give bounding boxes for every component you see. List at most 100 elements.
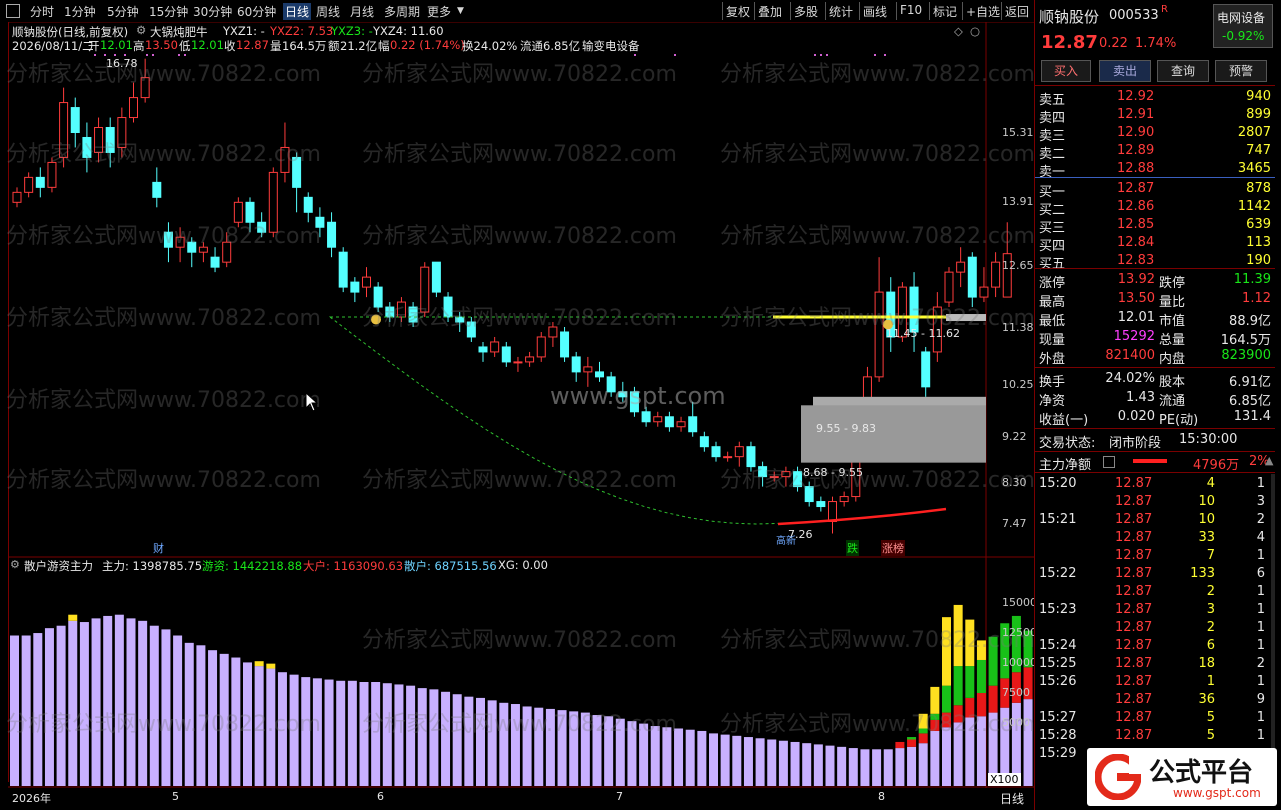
quote-date: 2026/08/11/二 <box>12 39 94 53</box>
sector-box[interactable]: 电网设备 -0.92% <box>1213 4 1273 48</box>
buy-level-row[interactable]: 买四 12.84 113 <box>1035 234 1275 254</box>
toolbar-button[interactable]: 画线 <box>863 3 887 20</box>
sanhu-bar <box>837 746 847 786</box>
tag-die[interactable]: 跌 <box>846 540 859 556</box>
window-menu-icon[interactable] <box>6 4 20 18</box>
period-tab[interactable]: 周线 <box>316 3 340 20</box>
sell-level-row[interactable]: 卖一 12.88 3465 <box>1035 160 1275 180</box>
level-price: 12.83 <box>1117 253 1155 268</box>
net-flow-menu-icon[interactable] <box>1103 456 1115 468</box>
logo-text: 公式平台 <box>1149 758 1254 788</box>
buy-button[interactable]: 买入 <box>1041 60 1091 82</box>
sub-indicator-name[interactable]: 散户游资主力 <box>24 558 93 574</box>
level-volume: 2807 <box>1237 125 1271 140</box>
sanhu-bar <box>767 739 777 786</box>
candle-body <box>327 221 337 248</box>
tick-row: 12.87 36 9 <box>1035 691 1275 709</box>
tick-time: 15:27 <box>1039 710 1077 725</box>
period-tab[interactable]: 15分钟 <box>149 3 188 20</box>
period-tab[interactable]: 多周期 <box>384 3 420 20</box>
close-chart-icon[interactable]: ○ <box>970 24 980 38</box>
capital-flow-indicator[interactable]: ⚙ 散户游资主力 主力: 1398785.75 游资: 1442218.88 大… <box>6 558 1037 788</box>
price-axis-label: 13.91 <box>1002 195 1034 208</box>
buy-level-row[interactable]: 买一 12.87 878 <box>1035 180 1275 200</box>
collapse-icon[interactable]: ◇ <box>954 24 963 38</box>
candle-body <box>490 341 500 353</box>
stat-row: 换手 24.02% 股本 6.91亿 <box>1035 370 1275 390</box>
sell-level-row[interactable]: 卖四 12.91 899 <box>1035 106 1275 126</box>
buy-level-row[interactable]: 买二 12.86 1142 <box>1035 198 1275 218</box>
stat-value: 821400 <box>1105 348 1155 363</box>
stat-value: 6.91亿 <box>1229 375 1271 390</box>
tick-count: 6 <box>1256 566 1265 581</box>
query-button[interactable]: 查询 <box>1157 60 1209 82</box>
sub-settings-icon[interactable]: ⚙ <box>10 558 20 571</box>
sanhu-bar <box>883 749 893 786</box>
candle-body <box>944 271 954 303</box>
time-axis-label: 2026年 <box>12 792 51 805</box>
time-axis-label: 5 <box>172 790 179 803</box>
tick-volume: 1 <box>1206 674 1215 689</box>
sanhu-bar <box>347 680 357 786</box>
open-value: 12.01 <box>100 38 133 52</box>
buy-level-row[interactable]: 买三 12.85 639 <box>1035 216 1275 236</box>
tick-scrollbar[interactable] <box>1271 474 1275 784</box>
sanhu-bar <box>685 729 695 786</box>
stat-label: 最高 <box>1039 295 1066 310</box>
tag-cai[interactable]: 财 <box>153 540 164 556</box>
kline-chart[interactable]: 顺钠股份(日线,前复权) ⚙ 大锅炖肥牛 YXZ1: - YXZ2: 7.53 … <box>6 22 1035 558</box>
change-value: 0.22 (1.74%) <box>390 38 465 52</box>
price-axis-label: 9.22 <box>1002 430 1027 443</box>
sell-button[interactable]: 卖出 <box>1099 60 1151 82</box>
toolbar-button[interactable]: F10 <box>900 3 922 17</box>
watermark: 分析家公式网www.70822.com <box>362 306 677 331</box>
tag-zhangbang[interactable]: 涨榜 <box>881 540 905 556</box>
sell-level-row[interactable]: 卖五 12.92 940 <box>1035 88 1275 108</box>
stat-value: 1.43 <box>1126 390 1155 405</box>
stat-value: 1.12 <box>1242 291 1271 306</box>
sanhu-bar <box>813 744 823 786</box>
tick-volume: 33 <box>1198 530 1215 545</box>
period-tab[interactable]: 日线 <box>283 3 312 20</box>
toolbar-button[interactable]: 复权 <box>726 3 750 20</box>
period-tab[interactable]: 60分钟 <box>237 3 276 20</box>
period-tab[interactable]: 5分钟 <box>107 3 139 20</box>
tick-price: 12.87 <box>1115 620 1153 635</box>
more-dropdown-icon[interactable]: ▼ <box>457 6 464 16</box>
tag-gaoxin[interactable]: 高新 <box>776 532 796 547</box>
sanhu-bar <box>907 746 917 786</box>
alert-button[interactable]: 预警 <box>1215 60 1267 82</box>
period-indicator[interactable]: 日线 <box>1000 790 1024 807</box>
toolbar-button[interactable]: 多股 <box>794 3 818 20</box>
sub-axis-label: 10000 <box>1002 656 1037 669</box>
toolbar-button[interactable]: 叠加 <box>758 3 782 20</box>
net-flow-row: 主力净额 4796万 2% <box>1035 453 1275 473</box>
box2-label: 9.55 - 9.83 <box>816 422 876 435</box>
price-axis-label: 8.30 <box>1002 476 1027 489</box>
period-tab[interactable]: 30分钟 <box>193 3 232 20</box>
level-volume: 190 <box>1246 253 1271 268</box>
vol-value: 164.5万 <box>282 39 327 53</box>
indicator-icon[interactable]: ⚙ <box>136 23 146 37</box>
tick-count: 1 <box>1256 710 1265 725</box>
period-tab[interactable]: 1分钟 <box>64 3 96 20</box>
tick-row: 12.87 33 4 <box>1035 529 1275 547</box>
toolbar-button[interactable]: 标记 <box>933 3 957 20</box>
toolbar-button[interactable]: +自选 <box>966 3 1000 20</box>
sell-level-row[interactable]: 卖二 12.89 747 <box>1035 142 1275 162</box>
tick-volume: 18 <box>1198 656 1215 671</box>
toolbar-button[interactable]: 返回 <box>1005 3 1029 20</box>
candle-body <box>35 176 45 188</box>
sanhu-bar <box>802 743 812 786</box>
period-tab[interactable]: 分时 <box>30 3 54 20</box>
time-axis-label: 8 <box>878 790 885 803</box>
watermark: 分析家公式网www.70822.com <box>6 224 321 249</box>
youzi-bar <box>953 666 963 706</box>
spread-divider <box>1035 177 1275 178</box>
sell-level-row[interactable]: 卖三 12.90 2807 <box>1035 124 1275 144</box>
toolbar-button[interactable]: 统计 <box>829 3 853 20</box>
flow-collapse-icon[interactable]: ▲ <box>1265 454 1273 467</box>
period-tab[interactable]: 月线 <box>350 3 374 20</box>
box1-label: 11.45 - 11.62 <box>886 327 960 340</box>
period-tab[interactable]: 更多 <box>427 3 451 20</box>
